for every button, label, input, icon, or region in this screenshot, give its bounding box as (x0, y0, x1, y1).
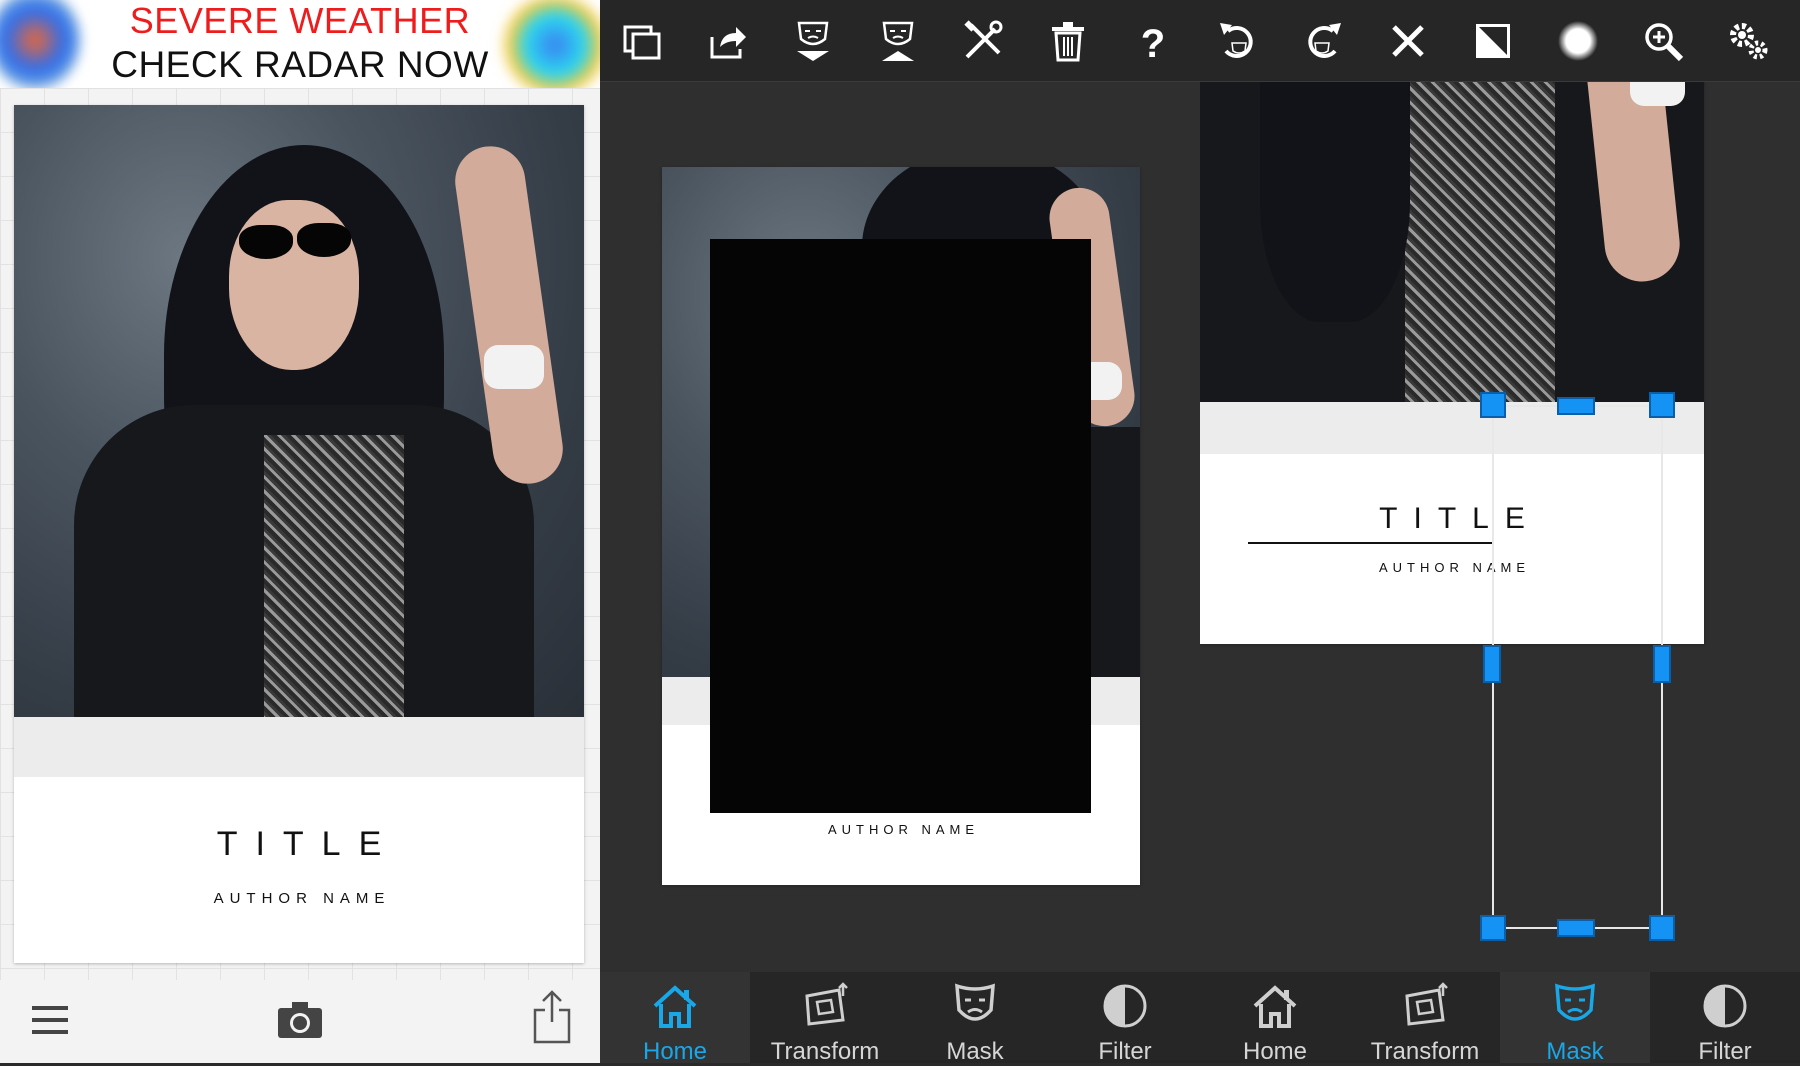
cover-photo (14, 105, 584, 717)
resize-handle-bottom-right[interactable] (1649, 915, 1675, 941)
resize-handle-left[interactable] (1483, 645, 1501, 683)
bottom-nav: Home Transform Mask Filter Home Transfor… (600, 972, 1800, 1065)
cover-title: TITLE (216, 825, 400, 863)
tab-filter[interactable]: Filter (1650, 972, 1800, 1065)
cover-author: AUTHOR NAME (213, 890, 391, 907)
mask-down-button[interactable] (770, 0, 855, 82)
mask-up-icon (881, 21, 914, 61)
tab-mask-label: Mask (946, 1038, 1004, 1065)
title-divider-line (1248, 542, 1493, 544)
tab-transform[interactable]: Transform (750, 972, 900, 1065)
transform-icon (1405, 982, 1448, 1026)
resize-handle-top[interactable] (1557, 397, 1595, 415)
settings-icon (1729, 23, 1767, 60)
mask-icon (955, 983, 995, 1021)
cover-preview-panel: SEVERE WEATHER CHECK RADAR NOW TITLE AUT… (0, 0, 600, 1063)
cover-gray-band (14, 717, 584, 777)
tools-icon (963, 20, 1002, 59)
resize-handle-bottom[interactable] (1557, 919, 1595, 937)
brush-dot-icon (1557, 21, 1598, 61)
duplicate-icon (623, 25, 660, 60)
mask-up-button[interactable] (855, 0, 940, 82)
close-button[interactable] (1365, 0, 1450, 82)
tab-mask[interactable]: Mask (1500, 972, 1650, 1065)
editor-canvas-left[interactable]: AUTHOR NAME (600, 82, 1200, 972)
zoom-in-icon (1644, 23, 1683, 62)
ad-subline[interactable]: CHECK RADAR NOW (0, 44, 600, 86)
tab-home-label: Home (642, 1038, 708, 1065)
redo-button[interactable] (1280, 0, 1365, 82)
editor-canvas-right[interactable]: TITLE AUTHOR NAME (1200, 82, 1800, 972)
tab-transform-label: Transform (1370, 1038, 1480, 1065)
mask-icon (1555, 983, 1595, 1021)
transform-icon (805, 982, 848, 1026)
tab-mask-label: Mask (1546, 1038, 1604, 1065)
left-toolbar (0, 980, 600, 1063)
filter-icon (1103, 984, 1147, 1028)
cover-author: AUTHOR NAME (1378, 560, 1531, 575)
contrast-button[interactable] (1450, 0, 1535, 82)
resize-handle-top-right[interactable] (1649, 392, 1675, 418)
tab-filter-label: Filter (1698, 1038, 1752, 1065)
help-button[interactable]: ? (1110, 0, 1195, 82)
resize-handle-right[interactable] (1653, 645, 1671, 683)
home-icon (1253, 985, 1297, 1028)
weather-ad-banner[interactable]: SEVERE WEATHER CHECK RADAR NOW (0, 0, 600, 88)
editor-top-toolbar: ? (600, 0, 1800, 82)
export-button[interactable] (685, 0, 770, 82)
settings-button[interactable] (1705, 0, 1790, 82)
black-mask-layer[interactable] (710, 239, 1091, 813)
help-icon: ? (1140, 22, 1164, 63)
tab-filter-label: Filter (1098, 1038, 1152, 1065)
mask-down-icon (796, 21, 829, 61)
redo-icon (1307, 23, 1341, 58)
tab-mask[interactable]: Mask (900, 972, 1050, 1065)
svg-text:?: ? (1140, 22, 1164, 63)
tools-button[interactable] (940, 0, 1025, 82)
tab-filter[interactable]: Filter (1050, 972, 1200, 1065)
duplicate-button[interactable] (600, 0, 685, 82)
cover-layer-zoomed[interactable]: TITLE AUTHOR NAME (1200, 82, 1704, 644)
resize-handle-top-left[interactable] (1480, 392, 1506, 418)
cover-photo (1200, 82, 1704, 402)
undo-icon (1219, 23, 1253, 58)
home-icon (653, 985, 697, 1028)
undo-button[interactable] (1195, 0, 1280, 82)
tab-transform[interactable]: Transform (1350, 972, 1500, 1065)
tab-home[interactable]: Home (1200, 972, 1350, 1065)
share-icon[interactable] (533, 990, 571, 1044)
cover-gray-band (1200, 402, 1704, 454)
camera-icon[interactable] (276, 1000, 324, 1040)
export-icon (710, 27, 746, 59)
resize-handle-bottom-left[interactable] (1480, 915, 1506, 941)
cover-title: TITLE (1379, 502, 1541, 535)
zoom-button[interactable] (1620, 0, 1705, 82)
delete-button[interactable] (1025, 0, 1110, 82)
trash-icon (1051, 22, 1084, 62)
tab-transform-label: Transform (770, 1038, 880, 1065)
filter-icon (1703, 984, 1747, 1028)
tab-home[interactable]: Home (600, 972, 750, 1065)
hamburger-menu-icon[interactable] (30, 1002, 70, 1038)
book-cover-preview[interactable]: TITLE AUTHOR NAME (14, 105, 584, 963)
contrast-icon (1475, 24, 1510, 58)
close-icon (1391, 25, 1424, 57)
cover-author: AUTHOR NAME (827, 822, 980, 837)
tab-home-label: Home (1242, 1038, 1308, 1065)
ad-headline[interactable]: SEVERE WEATHER (0, 0, 600, 42)
brush-softness-button[interactable] (1535, 0, 1620, 82)
